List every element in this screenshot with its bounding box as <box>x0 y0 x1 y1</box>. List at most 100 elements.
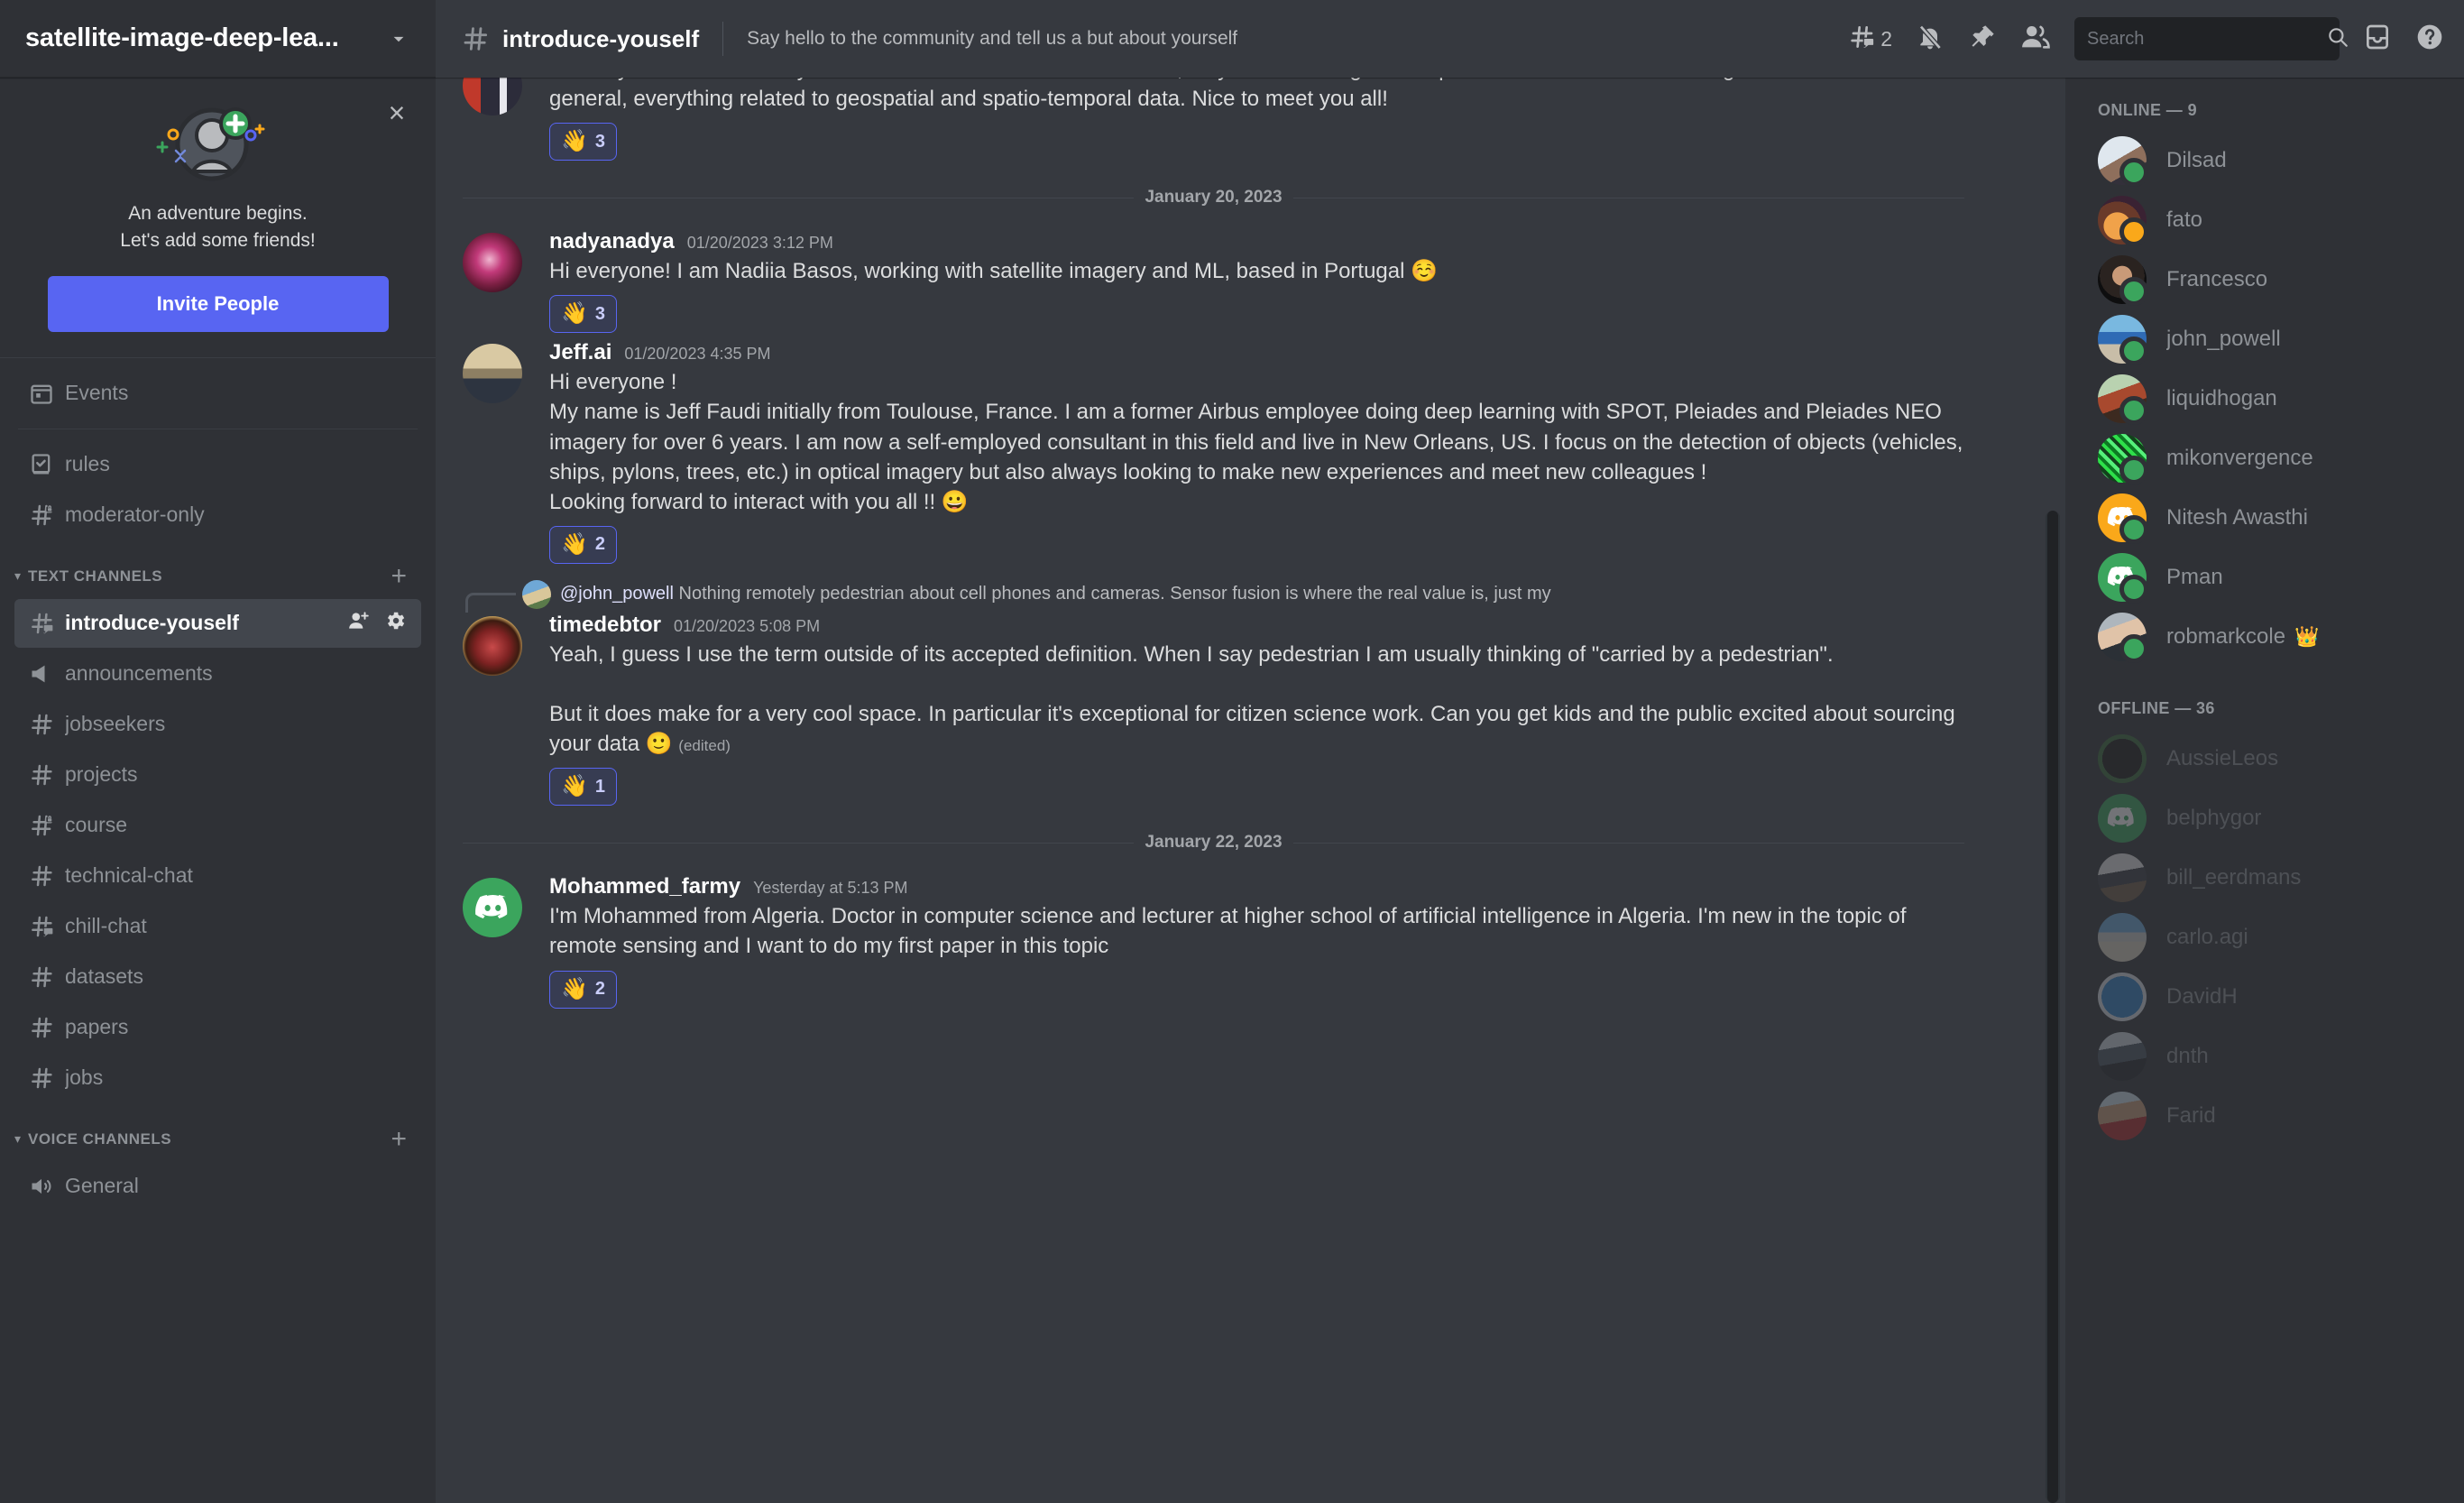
member-row[interactable]: Pman <box>2080 548 2450 607</box>
message-body: nadyanadya 01/20/2023 3:12 PM Hi everyon… <box>549 229 1964 334</box>
member-row[interactable]: DavidH <box>2080 967 2450 1027</box>
sidebar-item-chill-chat[interactable]: chill-chat <box>14 902 421 951</box>
discord-logo-icon <box>2098 794 2147 843</box>
member-row[interactable]: liquidhogan <box>2080 369 2450 429</box>
chevron-down-icon[interactable] <box>387 27 410 51</box>
message-header: Jeff.ai 01/20/2023 4:35 PM <box>549 340 1964 365</box>
member-row[interactable]: dnth <box>2080 1027 2450 1086</box>
avatar[interactable] <box>463 344 522 404</box>
search-input[interactable] <box>2087 28 2326 50</box>
sidebar-item-rules[interactable]: rules <box>14 440 421 489</box>
category-voice-channels[interactable]: ▾ VOICE CHANNELS + <box>0 1119 436 1160</box>
member-row[interactable]: Francesco <box>2080 250 2450 309</box>
category-text-channels[interactable]: ▾ TEXT CHANNELS + <box>0 556 436 597</box>
member-row[interactable]: Nitesh Awasthi <box>2080 488 2450 548</box>
reply-snippet: Nothing remotely pedestrian about cell p… <box>678 584 1551 604</box>
hash-lock-icon <box>29 812 65 839</box>
reply-context[interactable]: @john_powell Nothing remotely pedestrian… <box>436 579 2044 613</box>
sidebar-item-label: papers <box>65 1015 129 1039</box>
edited-label: (edited) <box>678 737 731 755</box>
member-row[interactable]: robmarkcole 👑 <box>2080 607 2450 667</box>
member-row[interactable]: carlo.agi <box>2080 908 2450 967</box>
reaction-chip[interactable]: 👋 2 <box>549 970 618 1009</box>
reaction-bar: 👋 3 <box>549 123 1964 161</box>
member-name: bill_eerdmans <box>2166 865 2302 890</box>
plus-icon[interactable]: + <box>391 562 407 590</box>
member-name: mikonvergence <box>2166 446 2313 470</box>
sidebar-item-events[interactable]: Events <box>14 369 421 418</box>
member-row[interactable]: AussieLeos <box>2080 729 2450 788</box>
member-row[interactable]: mikonvergence <box>2080 429 2450 488</box>
message-scrollbar[interactable] <box>2046 511 2060 1503</box>
message-author[interactable]: Mohammed_farmy <box>549 874 740 899</box>
inbox-icon[interactable] <box>2363 23 2392 56</box>
message-author[interactable]: timedebtor <box>549 613 661 638</box>
sidebar-item-technical-chat[interactable]: technical-chat <box>14 852 421 900</box>
sidebar-item-moderator-only[interactable]: moderator-only <box>14 491 421 539</box>
avatar[interactable] <box>463 78 522 115</box>
sidebar-item-label: chill-chat <box>65 914 147 938</box>
member-row[interactable]: fato <box>2080 190 2450 250</box>
message-author[interactable]: Jeff.ai <box>549 340 611 365</box>
avatar <box>2098 973 2147 1021</box>
member-row[interactable]: Dilsad <box>2080 131 2450 190</box>
add-member-icon[interactable] <box>347 609 371 637</box>
search-box[interactable] <box>2074 17 2348 60</box>
megaphone-icon <box>29 661 65 687</box>
gear-icon[interactable] <box>383 609 407 637</box>
pin-icon[interactable] <box>1968 23 1997 56</box>
avatar[interactable] <box>463 615 522 676</box>
member-row[interactable]: bill_eerdmans <box>2080 848 2450 908</box>
scrollbar-thumb[interactable] <box>2047 511 2058 1503</box>
member-row[interactable]: john_powell <box>2080 309 2450 369</box>
member-category-offline: OFFLINE — 36 <box>2098 699 2215 717</box>
bell-muted-icon[interactable] <box>1916 23 1945 56</box>
sidebar-item-label: introduce-youself <box>65 611 239 635</box>
message-body-text: Yeah, I guess I use the term outside of … <box>549 641 1955 757</box>
message-scroller[interactable]: Hi everyone! I am currently a PhD Studen… <box>436 78 2065 1503</box>
sidebar-item-jobseekers[interactable]: jobseekers <box>14 700 421 749</box>
member-row[interactable]: Farid <box>2080 1086 2450 1146</box>
member-row[interactable]: belphygor <box>2080 788 2450 848</box>
avatar[interactable] <box>463 878 522 938</box>
avatar <box>2098 374 2148 425</box>
avatar[interactable] <box>463 233 522 293</box>
sidebar-item-course[interactable]: course <box>14 801 421 850</box>
hash-icon <box>29 862 65 890</box>
sidebar-item-label: technical-chat <box>65 863 193 888</box>
sidebar-item-announcements[interactable]: announcements <box>14 650 421 698</box>
date-label: January 20, 2023 <box>1145 188 1283 207</box>
reaction-chip[interactable]: 👋 2 <box>549 525 618 564</box>
avatar <box>2098 255 2148 306</box>
sidebar-item-papers[interactable]: papers <box>14 1003 421 1052</box>
search-icon <box>2326 25 2349 53</box>
hash-lock-icon <box>29 502 65 529</box>
sidebar-item-label: course <box>65 813 128 837</box>
sidebar-item-general-voice[interactable]: General <box>14 1162 421 1211</box>
hash-thread-icon <box>29 913 65 940</box>
message-item: timedebtor 01/20/2023 5:08 PM Yeah, I gu… <box>436 613 2044 809</box>
invite-people-button[interactable]: Invite People <box>47 275 389 332</box>
reaction-count: 3 <box>594 303 606 324</box>
wave-emoji: 👋 <box>561 976 588 1001</box>
sidebar-item-introduce-youself[interactable]: introduce-youself <box>14 598 421 648</box>
help-icon[interactable] <box>2415 23 2444 56</box>
plus-icon[interactable]: + <box>391 1125 407 1153</box>
reaction-bar: 👋 1 <box>549 768 1964 807</box>
reaction-chip[interactable]: 👋 3 <box>549 295 618 334</box>
reaction-chip[interactable]: 👋 1 <box>549 768 618 807</box>
wave-emoji: 👋 <box>561 531 588 557</box>
message-header: timedebtor 01/20/2023 5:08 PM <box>549 613 1964 638</box>
reaction-chip[interactable]: 👋 3 <box>549 123 618 161</box>
members-icon[interactable] <box>2020 22 2051 57</box>
sidebar-item-jobs[interactable]: jobs <box>14 1054 421 1102</box>
server-header[interactable]: satellite-image-deep-lea... <box>0 0 436 78</box>
threads-button[interactable]: 2 <box>1848 23 1892 56</box>
hash-thread-icon <box>29 610 65 637</box>
sidebar-item-datasets[interactable]: datasets <box>14 953 421 1001</box>
member-category-online: ONLINE — 9 <box>2098 101 2198 119</box>
reply-author[interactable]: @john_powell <box>560 584 674 604</box>
sidebar-item-projects[interactable]: projects <box>14 751 421 799</box>
message-author[interactable]: nadyanadya <box>549 229 675 254</box>
chevron-down-icon: ▾ <box>14 568 22 584</box>
